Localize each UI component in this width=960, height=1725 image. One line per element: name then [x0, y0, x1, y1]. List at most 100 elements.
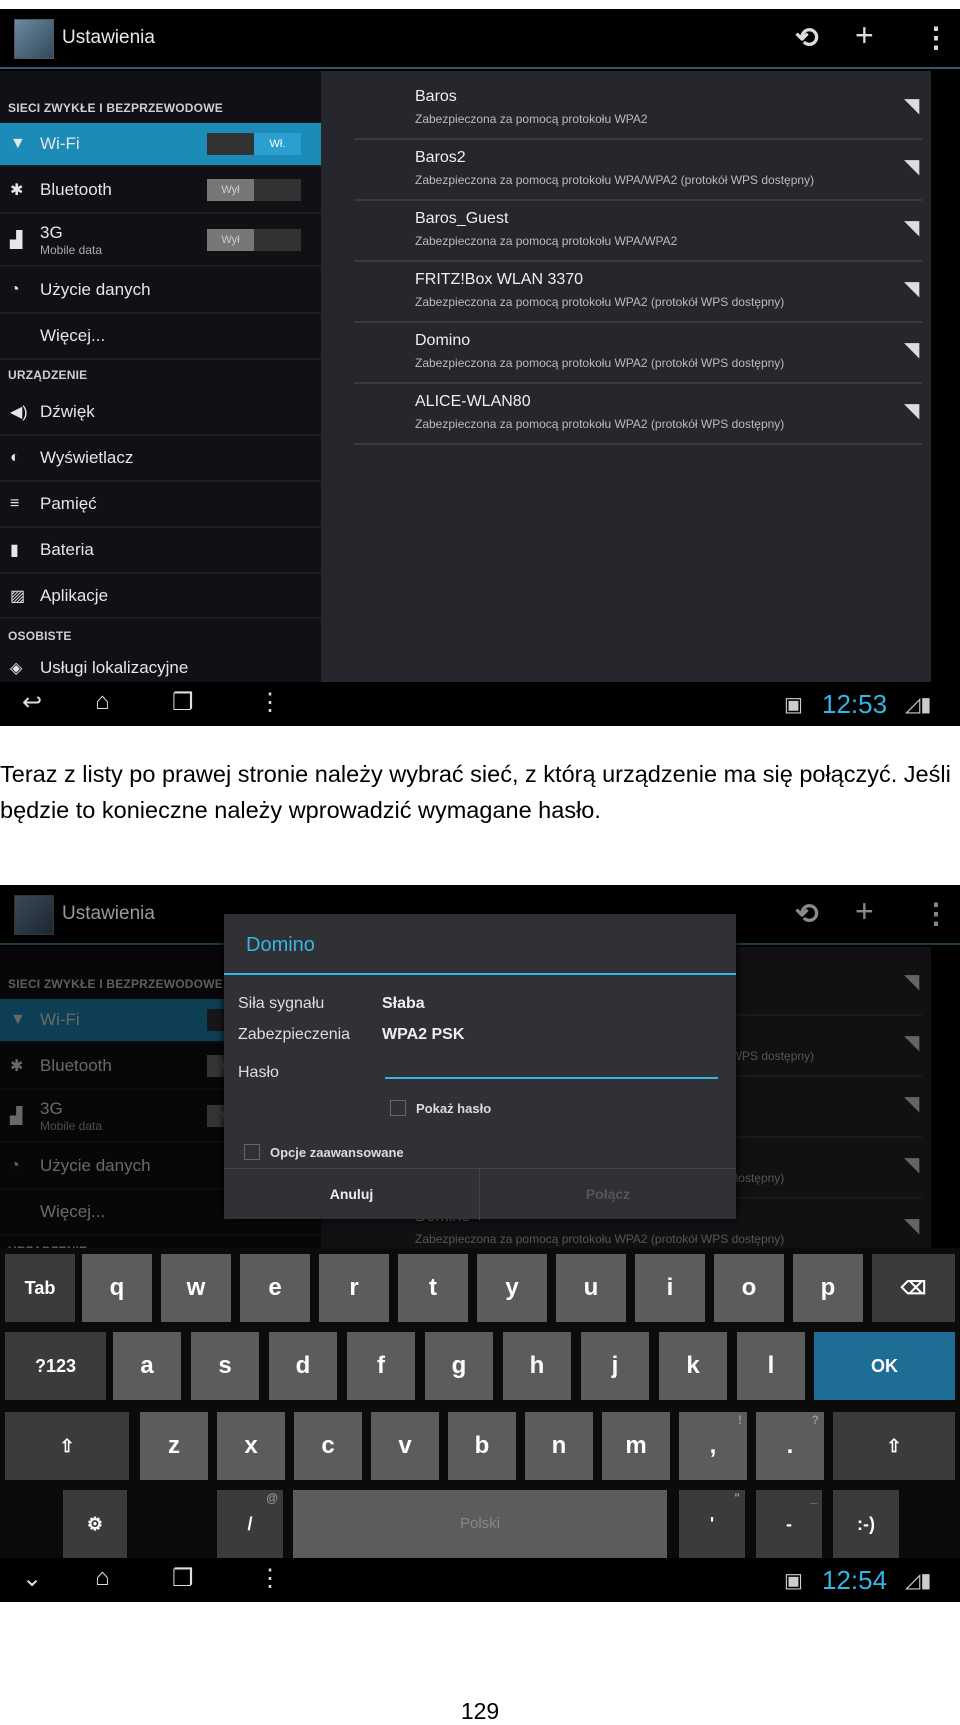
key-b[interactable]: b	[448, 1412, 516, 1480]
sidebar-item-wi-cej-[interactable]: Więcej...	[0, 314, 321, 360]
key-z[interactable]: z	[140, 1412, 208, 1480]
wifi-signal-locked-icon: ◥	[904, 217, 920, 239]
label-text: Aplikacje	[40, 585, 109, 605]
toggle-switch[interactable]: Wył	[207, 229, 301, 251]
key-.[interactable]: .?	[756, 1412, 824, 1480]
sidebar-item-wy-wietlacz[interactable]: ◐ Wyświetlacz	[0, 436, 321, 482]
label-text: Dźwięk	[40, 402, 95, 421]
key-d[interactable]: d	[269, 1332, 337, 1400]
key-r[interactable]: r	[319, 1254, 389, 1322]
display-icon: ◐	[10, 449, 20, 466]
smiley-key[interactable]: :-)	[833, 1490, 899, 1558]
section-header: SIECI ZWYKŁE I BEZPRZEWODOWE	[8, 101, 223, 115]
connect-button[interactable]: Połącz	[480, 1169, 736, 1220]
key-q[interactable]: q	[82, 1254, 152, 1322]
shift-key[interactable]: ⇧	[5, 1412, 129, 1480]
key-hint: ?	[811, 1413, 819, 1427]
clock: 12:54	[822, 1565, 888, 1595]
network-name: Domino	[415, 332, 471, 349]
backspace-key[interactable]: ⌫	[872, 1254, 955, 1322]
symbols-key[interactable]: ?123	[5, 1332, 106, 1400]
key-/[interactable]: / @	[217, 1490, 283, 1558]
overflow-menu-icon[interactable]: ⋮	[922, 897, 950, 930]
sync-icon[interactable]: ⟲	[795, 21, 818, 54]
sidebar-item-u-ycie-danych[interactable]: ◔ Użycie danych	[0, 267, 321, 314]
sidebar-item-label: Aplikacje	[40, 586, 108, 606]
menu-icon[interactable]: ⋮	[258, 1564, 282, 1593]
label-text: Pamięć	[40, 494, 97, 513]
key-,[interactable]: ,!	[679, 1412, 747, 1480]
key-v[interactable]: v	[371, 1412, 439, 1480]
key-m[interactable]: m	[602, 1412, 670, 1480]
key-i[interactable]: i	[635, 1254, 705, 1322]
overflow-menu-icon[interactable]: ⋮	[922, 21, 950, 54]
key-c[interactable]: c	[294, 1412, 362, 1480]
network-item[interactable]: Domino Zabezpieczona za pomocą protokołu …	[354, 323, 922, 384]
network-item[interactable]: FRITZ!Box WLAN 3370 Zabezpieczona za pomo…	[354, 262, 922, 323]
settings-app-icon[interactable]	[14, 895, 54, 935]
password-input[interactable]	[385, 1077, 718, 1079]
label-text: 3G	[40, 223, 63, 242]
wifi-network-list: Baros Zabezpieczona za pomocą protokołu W…	[321, 71, 931, 682]
network-security: Zabezpieczona za pomocą protokołu WPA2	[415, 112, 648, 126]
key-s[interactable]: s	[191, 1332, 259, 1400]
key-e[interactable]: e	[240, 1254, 310, 1322]
key-hint: _	[810, 1491, 817, 1505]
ok-key[interactable]: OK	[814, 1332, 955, 1400]
key-j[interactable]: j	[581, 1332, 649, 1400]
sidebar-item-pami-[interactable]: ≡ Pamięć	[0, 482, 321, 528]
key-o[interactable]: o	[714, 1254, 784, 1322]
sound-icon: ◀)	[10, 404, 28, 421]
key-x[interactable]: x	[217, 1412, 285, 1480]
recent-apps-icon[interactable]: ❐	[172, 688, 194, 717]
network-item[interactable]: ALICE-WLAN80 Zabezpieczona za pomocą prot…	[354, 384, 922, 445]
key-l[interactable]: l	[737, 1332, 805, 1400]
key-n[interactable]: n	[525, 1412, 593, 1480]
key-'[interactable]: ' "	[679, 1490, 745, 1558]
tab-key[interactable]: Tab	[5, 1254, 75, 1322]
network-item[interactable]: Baros_Guest Zabezpieczona za pomocą proto…	[354, 201, 922, 262]
security-value: WPA2 PSK	[382, 1026, 465, 1043]
add-icon[interactable]: +	[855, 17, 874, 54]
key-g[interactable]: g	[425, 1332, 493, 1400]
key--[interactable]: - _	[756, 1490, 822, 1558]
settings-screenshot-password-dialog: SIECI ZWYKŁE I BEZPRZEWODOWEURZĄDZENIE▼W…	[0, 885, 960, 1602]
settings-app-icon[interactable]	[14, 19, 54, 59]
key-t[interactable]: t	[398, 1254, 468, 1322]
space-key[interactable]: Polski	[293, 1490, 667, 1558]
sidebar-item-bateria[interactable]: ▮ Bateria	[0, 528, 321, 574]
sidebar-item-bluetooth[interactable]: ✱ Bluetooth Wył	[0, 168, 321, 214]
show-password-checkbox[interactable]	[390, 1100, 406, 1116]
hide-keyboard-icon[interactable]: ⌄	[22, 1564, 42, 1593]
sidebar-item-label: Wyświetlacz	[40, 448, 133, 468]
toggle-switch[interactable]: Wył	[207, 179, 301, 201]
network-item[interactable]: Baros2 Zabezpieczona za pomocą protokołu …	[354, 140, 922, 201]
key-k[interactable]: k	[659, 1332, 727, 1400]
back-icon[interactable]: ↩	[22, 688, 42, 717]
sidebar-item-d-wi-k[interactable]: ◀) Dźwięk	[0, 390, 321, 436]
sync-icon[interactable]: ⟲	[795, 897, 818, 930]
sidebar-item-wi-fi[interactable]: ▼ Wi-Fi Wł.	[0, 123, 321, 167]
home-icon[interactable]: ⌂	[95, 688, 110, 716]
key-y[interactable]: y	[477, 1254, 547, 1322]
advanced-options-checkbox[interactable]	[244, 1144, 260, 1160]
wifi-signal-locked-icon: ◥	[904, 95, 920, 117]
sidebar-item-sublabel: Mobile data	[40, 243, 103, 257]
home-icon[interactable]: ⌂	[95, 1564, 110, 1592]
keyboard-settings-key[interactable]: ⚙	[63, 1490, 127, 1558]
network-item[interactable]: Baros Zabezpieczona za pomocą protokołu W…	[354, 79, 922, 140]
cancel-button[interactable]: Anuluj	[224, 1169, 480, 1220]
key-p[interactable]: p	[793, 1254, 863, 1322]
shift-key[interactable]: ⇧	[833, 1412, 955, 1480]
key-h[interactable]: h	[503, 1332, 571, 1400]
key-u[interactable]: u	[556, 1254, 626, 1322]
sidebar-item-3g[interactable]: ▟ 3GMobile data Wył	[0, 215, 321, 267]
key-a[interactable]: a	[113, 1332, 181, 1400]
toggle-switch[interactable]: Wł.	[207, 133, 301, 155]
sidebar-item-aplikacje[interactable]: ▨ Aplikacje	[0, 574, 321, 619]
key-w[interactable]: w	[161, 1254, 231, 1322]
add-icon[interactable]: +	[855, 893, 874, 930]
menu-icon[interactable]: ⋮	[258, 688, 282, 717]
recent-apps-icon[interactable]: ❐	[172, 1564, 194, 1593]
key-f[interactable]: f	[347, 1332, 415, 1400]
